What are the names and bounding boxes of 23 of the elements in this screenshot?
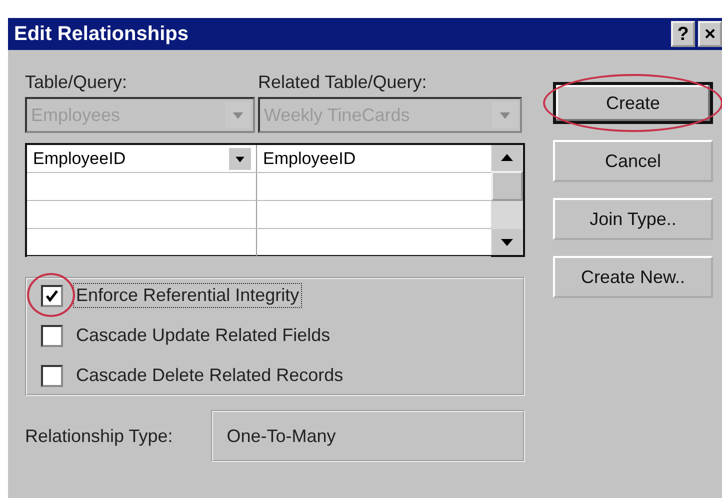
field-label: Relationship Type: — [25, 426, 173, 446]
checkbox[interactable] — [41, 324, 63, 346]
scroll-up-icon[interactable] — [491, 145, 523, 171]
checkbox-label[interactable]: Cascade Update Related Fields — [73, 323, 334, 348]
table-cell[interactable]: EmployeeID — [27, 145, 257, 172]
window-title: Edit Relationships — [14, 22, 188, 46]
help-button[interactable]: ? — [671, 21, 695, 47]
dialog-button[interactable]: Join Type.. — [553, 198, 713, 240]
field-label: Related Table/Query: — [258, 72, 428, 93]
relationship-type-field: One-To-Many — [210, 410, 525, 462]
checkbox-label[interactable]: Enforce Referential Integrity — [73, 283, 302, 308]
checkbox[interactable] — [41, 284, 63, 306]
close-button[interactable]: × — [698, 21, 722, 47]
scroll-bar[interactable] — [491, 145, 523, 255]
checkbox-label[interactable]: Cascade Delete Related Records — [73, 363, 346, 388]
dialog-button[interactable]: Create New.. — [553, 256, 713, 298]
scroll-down-icon[interactable] — [491, 229, 523, 255]
table-cell[interactable]: EmployeeID — [257, 145, 491, 172]
checkmark-icon — [45, 288, 59, 302]
checkbox[interactable] — [41, 364, 63, 386]
dialog-button[interactable]: Cancel — [553, 140, 713, 182]
field-label: Table/Query: — [25, 72, 128, 93]
dialog-button[interactable]: Create — [553, 82, 713, 124]
